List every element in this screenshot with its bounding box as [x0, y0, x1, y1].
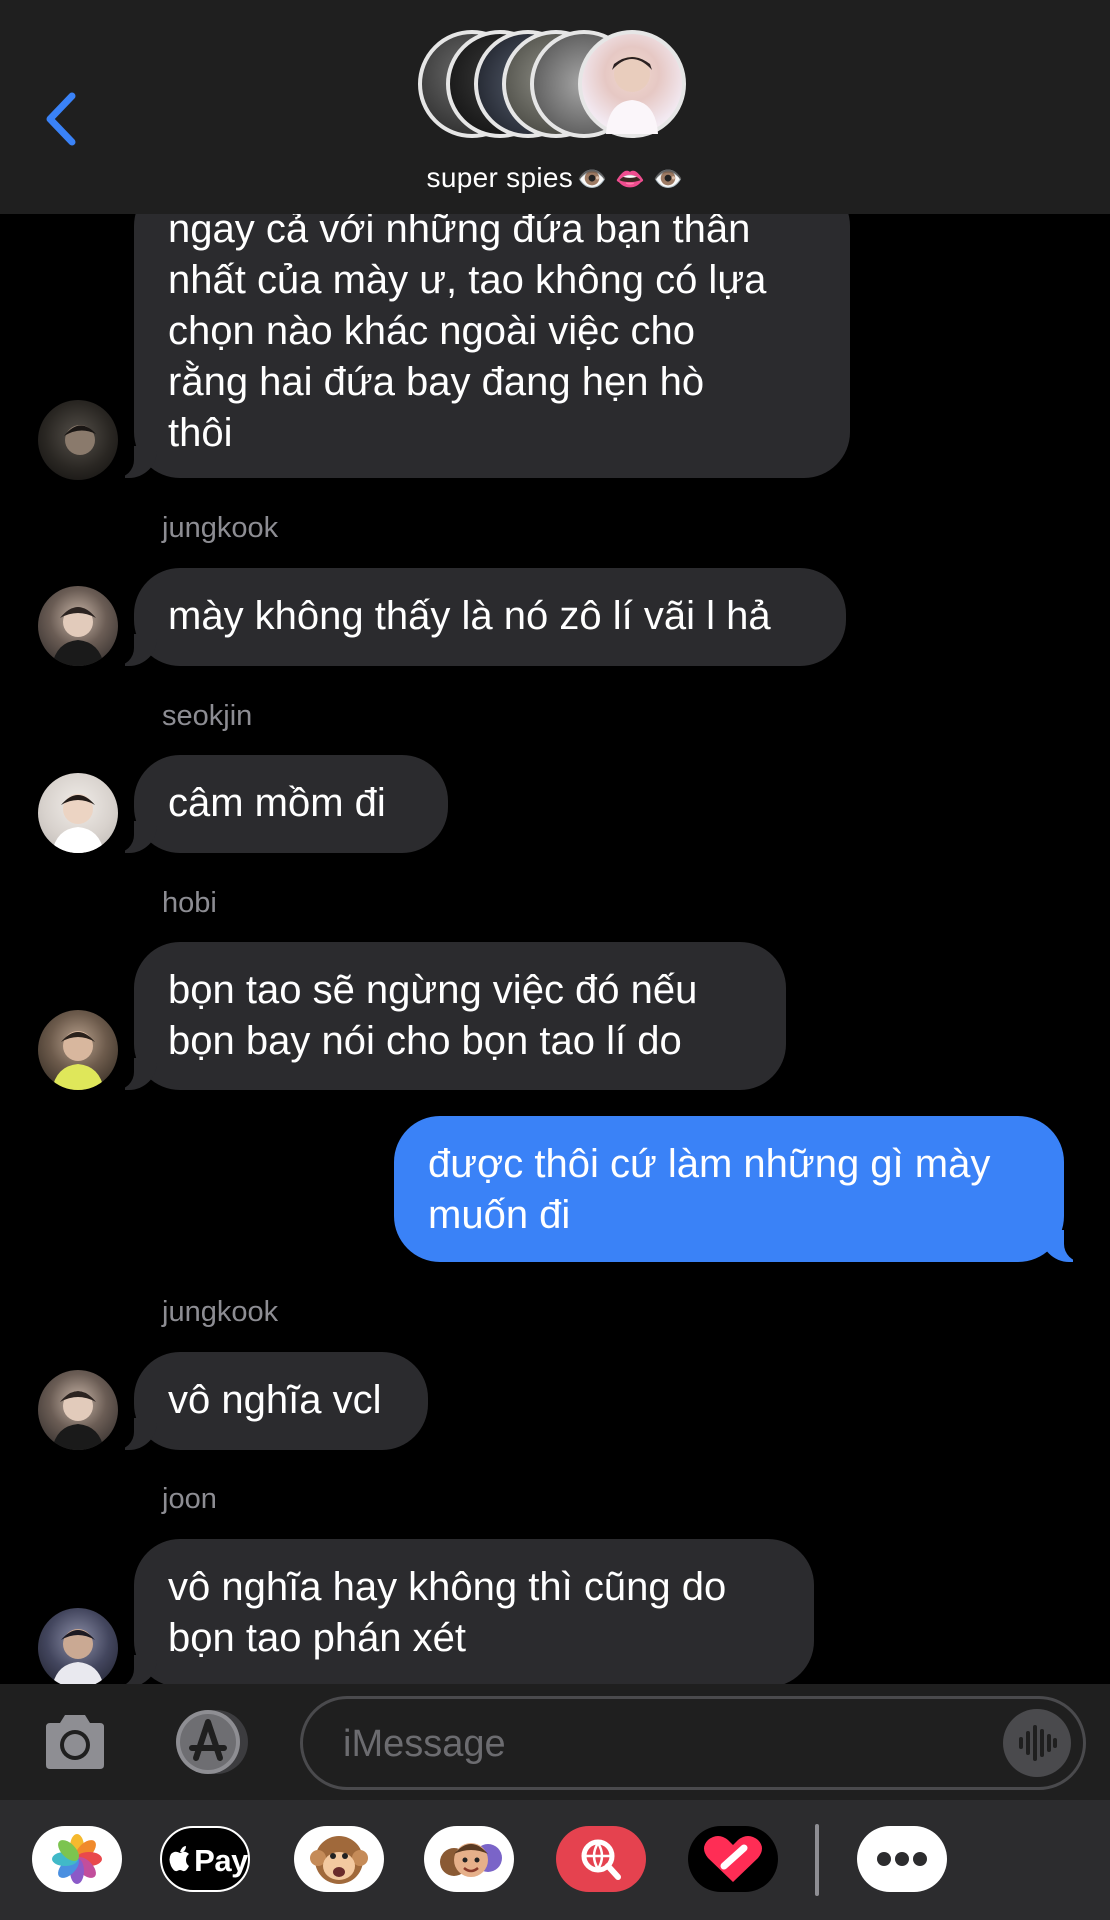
message-line: muốn đi: [428, 1193, 571, 1237]
group-member-avatar: [578, 30, 686, 138]
message-line: được thôi cứ làm những gì mày: [428, 1142, 991, 1186]
audio-message-button[interactable]: [1003, 1709, 1071, 1777]
sender-name: joon: [162, 1483, 217, 1515]
sender-name: jungkook: [162, 512, 279, 544]
message-line: chọn nào khác ngoài việc cho: [168, 309, 696, 353]
avatar-figure: [64, 425, 96, 455]
conversation-header: super spies 👁️ 👄 👁️: [0, 0, 1110, 214]
app-store-icon: [176, 1710, 248, 1774]
imessage-field[interactable]: [300, 1696, 1086, 1790]
sender-name: seokjin: [162, 700, 253, 732]
image-search-app-button[interactable]: [556, 1826, 646, 1892]
message-line: vô nghĩa vcl: [168, 1378, 382, 1422]
back-button[interactable]: [38, 86, 88, 152]
avatar-figure: [52, 1629, 104, 1684]
app-store-button[interactable]: [168, 1708, 256, 1776]
photos-icon: [52, 1834, 102, 1884]
message-bubble-incoming[interactable]: vô nghĩa vcl: [112, 1352, 428, 1450]
message-line: mày không thấy là nó zô lí vãi l hả: [168, 594, 771, 638]
apple-pay-app-button[interactable]: Pay: [160, 1826, 250, 1892]
avatar-figure: [606, 56, 658, 134]
message-line: ngay cả với những đứa bạn thân: [168, 214, 751, 251]
message-line: nhất của mày ư, tao không có lựa: [168, 258, 767, 302]
message-input-bar: [0, 1684, 1110, 1800]
digital-touch-icon: [704, 1836, 762, 1882]
message-line: rằng hai đứa bay đang hẹn hò: [168, 360, 705, 404]
image-search-icon: [581, 1839, 621, 1880]
message-list[interactable]: ngay cả với những đứa bạn thân nhất của …: [0, 214, 1110, 1684]
sender-name: hobi: [162, 887, 217, 919]
chevron-left-icon: [46, 92, 76, 146]
photos-app-button[interactable]: [32, 1826, 122, 1892]
animoji-icon: [310, 1836, 368, 1884]
message-line: thôi: [168, 411, 233, 455]
message-bubble-incoming[interactable]: ngay cả với những đứa bạn thân nhất của …: [112, 214, 850, 478]
message-line: bọn tao sẽ ngừng việc đó nếu: [168, 968, 698, 1012]
sender-avatar[interactable]: [38, 1608, 118, 1684]
sender-avatar[interactable]: [38, 773, 118, 853]
memoji-icon: [440, 1843, 502, 1877]
sender-avatar[interactable]: [38, 1370, 118, 1450]
memoji-app-button[interactable]: [424, 1826, 514, 1892]
message-bubble-incoming[interactable]: bọn tao sẽ ngừng việc đó nếu bọn bay nói…: [112, 942, 786, 1090]
apple-pay-label: Pay: [194, 1843, 248, 1878]
camera-icon: [46, 1715, 104, 1769]
message-line: câm mồm đi: [168, 781, 386, 825]
avatar-figure: [52, 1391, 104, 1450]
message-bubble-outgoing[interactable]: được thôi cứ làm những gì mày muốn đi: [394, 1116, 1086, 1262]
drawer-divider: [815, 1824, 819, 1896]
avatar-figure: [52, 794, 104, 853]
message-line: bọn tao phán xét: [168, 1616, 467, 1660]
avatar-figure: [52, 1031, 104, 1090]
message-line: bọn bay nói cho bọn tao lí do: [168, 1019, 682, 1063]
group-name[interactable]: super spies 👁️ 👄 👁️: [0, 162, 1110, 194]
sender-avatar[interactable]: [38, 1010, 118, 1090]
audio-waveform-icon: [1019, 1725, 1057, 1761]
camera-button[interactable]: [42, 1711, 108, 1773]
more-icon: [877, 1852, 927, 1866]
group-name-text: super spies: [426, 162, 574, 193]
group-avatar-stack[interactable]: [418, 30, 698, 146]
sender-avatar[interactable]: [38, 400, 118, 480]
message-bubble-incoming[interactable]: câm mồm đi: [112, 755, 448, 853]
animoji-app-button[interactable]: [294, 1826, 384, 1892]
group-name-emoji: 👁️ 👄 👁️: [577, 165, 684, 193]
message-line: vô nghĩa hay không thì cũng do: [168, 1565, 727, 1609]
app-drawer: Pay: [0, 1800, 1110, 1920]
message-bubble-incoming[interactable]: mày không thấy là nó zô lí vãi l hả: [112, 568, 846, 666]
more-apps-button[interactable]: [857, 1826, 947, 1892]
sender-name: jungkook: [162, 1296, 279, 1328]
message-bubble-incoming[interactable]: vô nghĩa hay không thì cũng do bọn tao p…: [112, 1539, 814, 1684]
message-input[interactable]: [341, 1717, 945, 1771]
avatar-figure: [52, 607, 104, 666]
digital-touch-app-button[interactable]: [688, 1826, 778, 1892]
sender-avatar[interactable]: [38, 586, 118, 666]
